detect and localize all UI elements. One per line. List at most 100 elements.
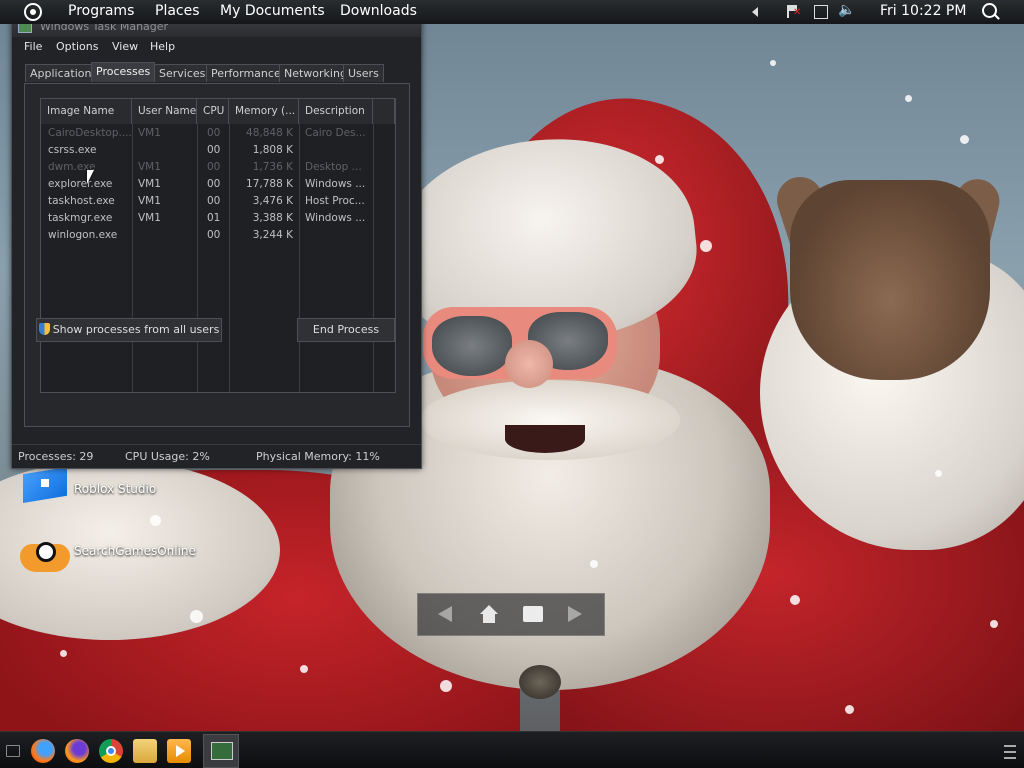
- cell-description: Host Proc...: [305, 195, 365, 207]
- desktop-icon-searchgamesonline[interactable]: SearchGamesOnline: [20, 530, 220, 580]
- back-arrow-icon[interactable]: [438, 606, 452, 622]
- cell-cpu: 00: [207, 144, 221, 156]
- media-icon[interactable]: [167, 739, 191, 763]
- status-processes: Processes: 29: [18, 450, 94, 463]
- top-panel: Programs Places My Documents Downloads 🔈…: [0, 0, 1024, 24]
- processes-panel: Image Name User Name CPU Memory (... Des…: [24, 83, 410, 427]
- cell-memory: 3,388 K: [252, 212, 293, 224]
- tab-users[interactable]: Users: [343, 64, 384, 82]
- cell-memory: 1,736 K: [252, 161, 293, 173]
- desktop-icon-roblox-studio[interactable]: Roblox Studio: [20, 467, 220, 517]
- search-icon[interactable]: [982, 3, 997, 18]
- table-row[interactable]: taskhost.exe VM1 00 3,476 K Host Proc...: [41, 193, 395, 210]
- chrome-icon[interactable]: [99, 739, 123, 763]
- snowflake: [440, 680, 452, 692]
- snowflake: [770, 60, 776, 66]
- show-all-users-button[interactable]: Show processes from all users: [36, 318, 222, 342]
- files-icon[interactable]: [133, 739, 157, 763]
- firefox-icon[interactable]: [31, 739, 55, 763]
- wallpaper-coat-button: [519, 665, 561, 699]
- status-physical-memory: Physical Memory: 11%: [256, 450, 380, 463]
- cell-memory: 48,848 K: [246, 127, 293, 139]
- cell-cpu: 01: [207, 212, 221, 224]
- forward-arrow-icon[interactable]: [568, 606, 582, 622]
- mouse-cursor-icon: [87, 170, 94, 184]
- menu-places[interactable]: Places: [155, 3, 200, 19]
- task-manager-window: Windows Task Manager File Options View H…: [11, 16, 422, 469]
- cell-description: Cairo Des...: [305, 127, 366, 139]
- gamepad-icon: [20, 542, 70, 572]
- table-row[interactable]: explorer.exe VM1 00 17,788 K Windows ...: [41, 176, 395, 193]
- column-memory[interactable]: Memory (...: [229, 99, 299, 124]
- cell-image-name: csrss.exe: [48, 144, 97, 156]
- start-menu-icon[interactable]: [24, 3, 42, 21]
- end-process-button[interactable]: End Process: [297, 318, 395, 342]
- table-row[interactable]: csrss.exe 00 1,808 K: [41, 142, 395, 159]
- menu-downloads[interactable]: Downloads: [340, 3, 417, 19]
- process-table[interactable]: Image Name User Name CPU Memory (... Des…: [40, 98, 396, 393]
- tab-networking[interactable]: Networking: [279, 64, 352, 82]
- cell-memory: 3,476 K: [252, 195, 293, 207]
- network-icon[interactable]: [814, 5, 828, 19]
- uac-shield-icon: [38, 323, 50, 335]
- menu-options[interactable]: Options: [56, 40, 98, 53]
- tray-expand-icon[interactable]: [752, 7, 758, 17]
- snowflake: [300, 665, 308, 673]
- snowflake: [590, 560, 598, 568]
- task-manager-taskbar-button[interactable]: [203, 734, 239, 768]
- volume-icon[interactable]: 🔈: [838, 2, 855, 18]
- navigation-dock: [417, 593, 605, 636]
- snowflake: [190, 610, 203, 623]
- cell-cpu: 00: [207, 178, 221, 190]
- wallpaper-glove: [790, 180, 990, 380]
- menu-programs[interactable]: Programs: [68, 3, 134, 19]
- menu-my-documents[interactable]: My Documents: [220, 3, 325, 19]
- tab-processes[interactable]: Processes: [91, 62, 156, 82]
- tab-performance[interactable]: Performance: [206, 64, 286, 82]
- cell-image-name: taskhost.exe: [48, 195, 115, 207]
- snowflake: [790, 595, 800, 605]
- column-description[interactable]: Description: [299, 99, 373, 124]
- snowflake: [845, 705, 854, 714]
- column-user-name[interactable]: User Name: [132, 99, 197, 124]
- wallpaper-mouth: [505, 425, 585, 453]
- taskbar: [0, 731, 1024, 768]
- table-row[interactable]: winlogon.exe 00 3,244 K: [41, 227, 395, 244]
- action-center-flag-icon[interactable]: [787, 5, 801, 18]
- menu-file[interactable]: File: [24, 40, 42, 53]
- menu-help[interactable]: Help: [150, 40, 175, 53]
- snowflake: [990, 620, 998, 628]
- menu-view[interactable]: View: [112, 40, 138, 53]
- show-desktop-icon[interactable]: [6, 745, 20, 757]
- snowflake: [700, 240, 712, 252]
- snowflake: [905, 95, 912, 102]
- cell-image-name: taskmgr.exe: [48, 212, 113, 224]
- column-cpu[interactable]: CPU: [197, 99, 229, 124]
- cell-description: Windows ...: [305, 212, 366, 224]
- desktop-icon-label: Roblox Studio: [74, 482, 157, 496]
- column-image-name[interactable]: Image Name: [41, 99, 132, 124]
- cell-cpu: 00: [207, 229, 221, 241]
- snowflake: [935, 470, 942, 477]
- tab-services[interactable]: Services: [154, 64, 211, 82]
- firefox-alt-icon[interactable]: [65, 739, 89, 763]
- cell-memory: 3,244 K: [252, 229, 293, 241]
- cell-user-name: VM1: [138, 161, 161, 173]
- cell-memory: 17,788 K: [246, 178, 293, 190]
- gamepad-knob: [36, 542, 56, 562]
- menu-bar: File Options View Help: [12, 37, 421, 57]
- menu-icon[interactable]: [1004, 745, 1016, 759]
- cell-user-name: VM1: [138, 195, 161, 207]
- cell-cpu: 00: [207, 127, 221, 139]
- cell-user-name: VM1: [138, 178, 161, 190]
- table-row[interactable]: dwm.exe VM1 00 1,736 K Desktop ...: [41, 159, 395, 176]
- clock[interactable]: Fri 10:22 PM: [880, 3, 966, 19]
- wallpaper-nose: [505, 340, 553, 388]
- snowflake: [60, 650, 67, 657]
- cell-description: Windows ...: [305, 178, 366, 190]
- snowflake: [960, 135, 969, 144]
- folder-icon[interactable]: [523, 606, 543, 622]
- table-row[interactable]: CairoDesktop.... VM1 00 48,848 K Cairo D…: [41, 125, 395, 142]
- table-row[interactable]: taskmgr.exe VM1 01 3,388 K Windows ...: [41, 210, 395, 227]
- home-icon[interactable]: [480, 605, 498, 623]
